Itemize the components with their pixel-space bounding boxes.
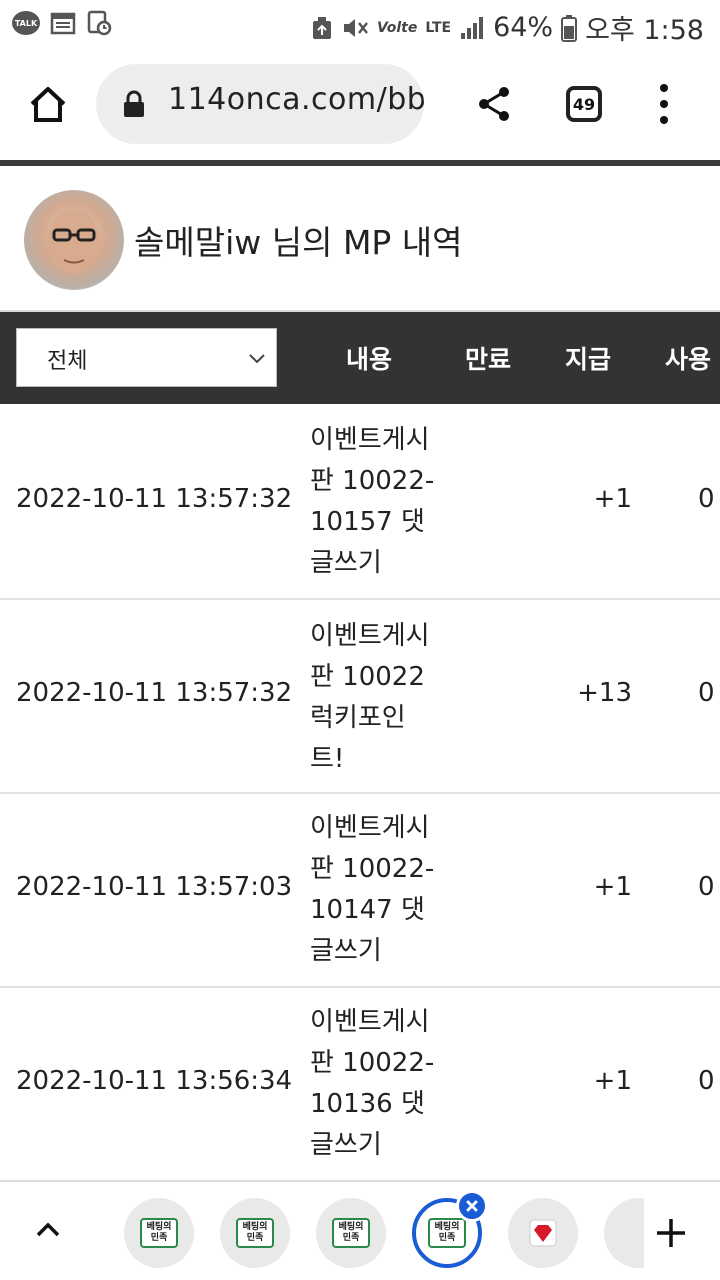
row-date: 2022-10-11 13:57:32 bbox=[16, 678, 293, 708]
column-header-pay: 지급 bbox=[565, 345, 612, 374]
new-tab-icon[interactable] bbox=[654, 1216, 688, 1250]
share-icon[interactable] bbox=[474, 84, 514, 124]
browser-toolbar: 114onca.com/bb 49 bbox=[0, 50, 720, 162]
address-bar[interactable]: 114onca.com/bb bbox=[96, 64, 424, 144]
site-logo-icon: 베팅의 민족 bbox=[428, 1218, 466, 1248]
table-row: 2022-10-11 13:57:32 이벤트게시판 10022-10157 댓… bbox=[0, 404, 720, 600]
volte-indicator: Volte bbox=[376, 19, 418, 36]
tab-thumbnail[interactable]: 베팅의 민족 bbox=[124, 1198, 194, 1268]
kakaotalk-icon: TALK bbox=[12, 11, 40, 35]
tab-thumbnail[interactable]: 베팅의 민족 bbox=[220, 1198, 290, 1268]
battery-percent: 64% bbox=[493, 12, 554, 43]
tab-switcher-button[interactable]: 49 bbox=[566, 86, 602, 122]
row-content: 이벤트게시판 10022-10147 댓글쓰기 bbox=[310, 813, 435, 966]
chevron-up-icon[interactable] bbox=[34, 1216, 62, 1244]
row-date: 2022-10-11 13:56:34 bbox=[16, 1066, 293, 1096]
row-use: 0 bbox=[698, 1066, 715, 1096]
clock: 오후 1:58 bbox=[585, 15, 704, 46]
row-use: 0 bbox=[698, 872, 715, 902]
table-row: 2022-10-11 13:56:34 이벤트게시판 10022-10136 댓… bbox=[0, 988, 720, 1180]
home-icon[interactable] bbox=[26, 82, 70, 126]
more-menu-icon[interactable] bbox=[654, 82, 674, 126]
column-header-expire: 만료 bbox=[465, 345, 512, 374]
filter-select[interactable]: 전체 bbox=[16, 328, 277, 387]
page-title: 솔메말iw 님의 MP 내역 bbox=[134, 223, 463, 262]
row-pay: +1 bbox=[593, 484, 632, 514]
column-header-use: 사용 bbox=[665, 345, 712, 374]
lte-indicator: LTE bbox=[425, 19, 452, 36]
table-header: 전체 내용 만료 지급 사용 bbox=[0, 312, 720, 404]
mute-icon bbox=[343, 18, 368, 37]
site-logo-icon: 베팅의 민족 bbox=[236, 1218, 274, 1248]
battery-icon bbox=[561, 14, 578, 42]
screen-time-icon bbox=[87, 10, 112, 36]
tab-strip: 베팅의 민족 베팅의 민족 베팅의 민족 베팅의 민족 bbox=[0, 1180, 720, 1280]
tab-thumbnail[interactable] bbox=[508, 1198, 578, 1268]
avatar-photo bbox=[48, 210, 100, 274]
url-text[interactable]: 114onca.com/bb bbox=[168, 82, 424, 117]
row-content: 이벤트게시판 10022-10136 댓글쓰기 bbox=[310, 1007, 435, 1160]
filter-select-value: 전체 bbox=[47, 349, 88, 374]
row-date: 2022-10-11 13:57:03 bbox=[16, 872, 293, 902]
tab-thumbnail-partial[interactable] bbox=[604, 1198, 644, 1268]
row-content: 이벤트게시판 10022-10157 댓글쓰기 bbox=[310, 425, 435, 578]
signal-icon bbox=[461, 16, 484, 39]
row-pay: +1 bbox=[593, 872, 632, 902]
row-pay: +13 bbox=[577, 678, 632, 708]
table-row: 2022-10-11 13:57:03 이벤트게시판 10022-10147 댓… bbox=[0, 794, 720, 988]
site-logo-icon: 베팅의 민족 bbox=[140, 1218, 178, 1248]
row-date: 2022-10-11 13:57:32 bbox=[16, 484, 293, 514]
lock-icon bbox=[124, 90, 144, 117]
diamond-logo-icon bbox=[529, 1219, 557, 1247]
column-header-content: 내용 bbox=[346, 345, 393, 374]
close-tab-icon[interactable] bbox=[456, 1190, 488, 1222]
calendar-icon bbox=[50, 12, 76, 35]
avatar bbox=[24, 190, 124, 290]
site-logo-icon: 베팅의 민족 bbox=[332, 1218, 370, 1248]
chevron-down-icon bbox=[249, 354, 265, 364]
table-row: 2022-10-11 13:57:32 이벤트게시판 10022 럭키포인트! … bbox=[0, 600, 720, 794]
status-bar: TALK Volte LTE 64% 오후 1:58 bbox=[0, 0, 720, 50]
row-pay: +1 bbox=[593, 1066, 632, 1096]
data-saver-icon bbox=[312, 16, 331, 39]
row-use: 0 bbox=[698, 678, 715, 708]
row-content: 이벤트게시판 10022 럭키포인트! bbox=[310, 621, 430, 774]
profile-header: 솔메말iw 님의 MP 내역 bbox=[0, 166, 720, 312]
row-use: 0 bbox=[698, 484, 715, 514]
tab-thumbnail[interactable]: 베팅의 민족 bbox=[316, 1198, 386, 1268]
